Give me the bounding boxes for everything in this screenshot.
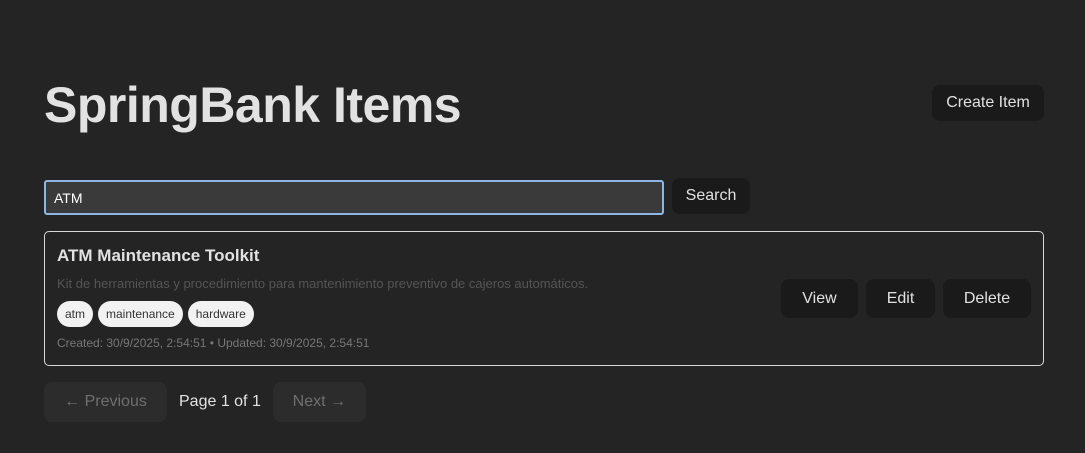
create-item-button[interactable]: Create Item bbox=[932, 85, 1044, 121]
next-page-button[interactable]: Next → bbox=[272, 382, 366, 422]
pagination: ← Previous Page 1 of 1 Next → bbox=[44, 382, 366, 422]
item-tags: atm maintenance hardware bbox=[57, 301, 254, 327]
item-title: ATM Maintenance Toolkit bbox=[57, 246, 260, 265]
previous-page-button[interactable]: ← Previous bbox=[44, 382, 167, 422]
tag-maintenance: maintenance bbox=[98, 301, 183, 327]
delete-button[interactable]: Delete bbox=[943, 279, 1031, 318]
search-button[interactable]: Search bbox=[672, 178, 750, 214]
item-actions: View Edit Delete bbox=[781, 279, 1031, 318]
search-input[interactable] bbox=[44, 180, 664, 215]
tag-atm: atm bbox=[57, 301, 94, 327]
page-indicator: Page 1 of 1 bbox=[179, 393, 261, 410]
item-timestamps: Created: 30/9/2025, 2:54:51 • Updated: 3… bbox=[57, 336, 370, 350]
item-card: ATM Maintenance Toolkit Kit de herramien… bbox=[44, 231, 1044, 366]
edit-button[interactable]: Edit bbox=[866, 279, 935, 318]
tag-hardware: hardware bbox=[187, 301, 254, 327]
item-description: Kit de herramientas y procedimiento para… bbox=[57, 276, 589, 291]
page-title: SpringBank Items bbox=[44, 77, 462, 133]
view-button[interactable]: View bbox=[781, 279, 858, 318]
